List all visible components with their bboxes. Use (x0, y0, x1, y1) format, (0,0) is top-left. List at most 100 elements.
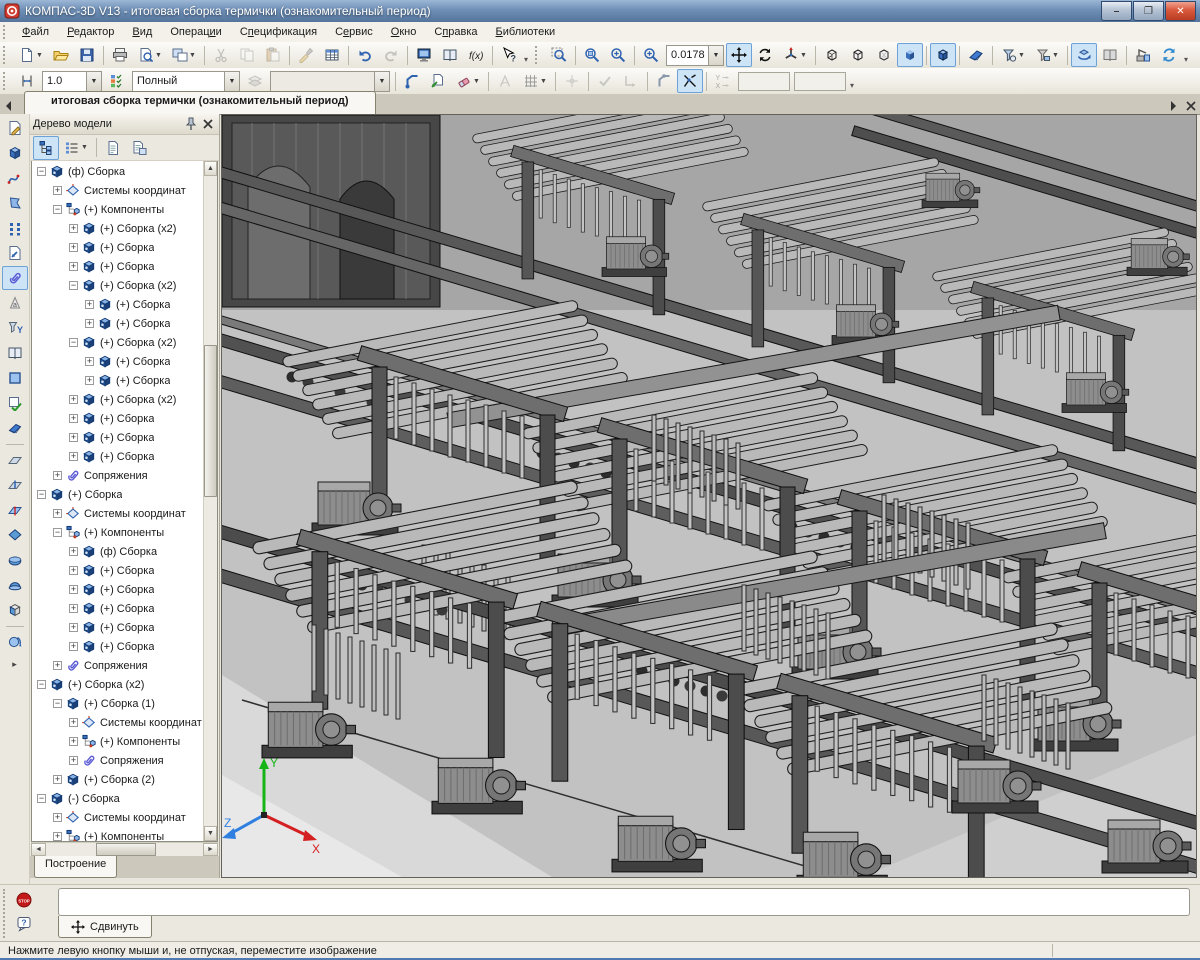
tree-expander[interactable]: + (53, 775, 62, 784)
tree-expander[interactable]: + (85, 357, 94, 366)
dropdown-arrow-icon[interactable]: ▼ (155, 52, 162, 59)
tree-expander[interactable]: + (53, 832, 62, 841)
close-panel-button[interactable] (199, 117, 216, 132)
zoom-by-frame-button[interactable] (546, 43, 572, 67)
toolbar-grip[interactable] (535, 46, 544, 64)
tree-structure-view-button[interactable] (33, 136, 59, 160)
tree-item[interactable]: +(+) Сборка (32, 371, 203, 390)
tree-item[interactable]: +(+) Сборка (32, 314, 203, 333)
tree-item[interactable]: +(+) Сборка (32, 295, 203, 314)
tree-item[interactable]: −(+) Сборка (x2) (32, 276, 203, 295)
rebuild-model-button[interactable] (1130, 43, 1156, 67)
rotate-view-button[interactable] (752, 43, 778, 67)
tree-item[interactable]: +(+) Сборка (32, 599, 203, 618)
tree-expander[interactable]: + (85, 300, 94, 309)
tree-expander[interactable]: + (69, 756, 78, 765)
tree-item[interactable]: +Сопряжения (32, 466, 203, 485)
display-shaded-button[interactable] (897, 43, 923, 67)
plane-at-angle-button[interactable] (2, 473, 28, 497)
dropdown-arrow-icon[interactable]: ▼ (708, 46, 723, 65)
tab-scroll-left-button[interactable] (0, 97, 18, 114)
tab-scroll-right-button[interactable] (1164, 97, 1182, 114)
property-message-box[interactable] (58, 888, 1190, 916)
tree-item[interactable]: +(+) Сборка (x2) (32, 219, 203, 238)
toolbar-overflow-button[interactable]: ▾ (1184, 55, 1188, 64)
toolbar-overflow-button[interactable]: ▾ (524, 55, 528, 64)
view-camera-button[interactable] (2, 630, 28, 654)
tree-item[interactable]: −(+) Компоненты (32, 523, 203, 542)
display-hidden-thin-button[interactable] (871, 43, 897, 67)
menu-grip[interactable] (3, 25, 11, 39)
round-coordinates-button[interactable] (618, 69, 644, 93)
edit-in-place-button[interactable] (425, 69, 451, 93)
tree-expander[interactable]: + (69, 414, 78, 423)
tree-item[interactable]: +(+) Компоненты (32, 827, 203, 841)
menu-окно[interactable]: Окно (382, 23, 426, 41)
dropdown-arrow-icon[interactable]: ▼ (1052, 52, 1059, 59)
tab-move-command[interactable]: Сдвинуть (58, 916, 152, 938)
dropdown-arrow-icon[interactable]: ▼ (800, 52, 807, 59)
pin-panel-button[interactable] (182, 117, 199, 132)
display-hidden-removed-button[interactable] (845, 43, 871, 67)
tree-item[interactable]: +(+) Сборка (32, 447, 203, 466)
undo-button[interactable] (352, 43, 378, 67)
detail-filter-button[interactable] (104, 69, 130, 93)
document-close-button[interactable] (1182, 97, 1200, 114)
tree-item[interactable]: +Сопряжения (32, 656, 203, 675)
tree-expander[interactable]: + (69, 566, 78, 575)
tree-item[interactable]: +Системы координат (32, 713, 203, 732)
snaps-toggle-button[interactable] (677, 69, 703, 93)
pan-button[interactable] (726, 43, 752, 67)
viewport-3d-scene[interactable]: Y X Z (221, 114, 1197, 878)
offset-plane-button[interactable] (2, 448, 28, 472)
tree-expander[interactable]: + (69, 452, 78, 461)
redo-button[interactable] (378, 43, 404, 67)
detail-level-combo-value[interactable]: Полный (133, 75, 224, 87)
tree-expander[interactable]: + (69, 718, 78, 727)
zoom-value-combo-value[interactable]: 0.0178 (667, 49, 708, 61)
menu-редактор[interactable]: Редактор (58, 23, 123, 41)
minimize-button[interactable]: – (1101, 1, 1132, 21)
tree-expander[interactable]: − (53, 205, 62, 214)
perspective-button[interactable] (963, 43, 989, 67)
scale-combo[interactable]: 1.0▼ (42, 71, 102, 92)
zoom-in-button[interactable] (605, 43, 631, 67)
tree-item[interactable]: +Сопряжения (32, 751, 203, 770)
scroll-up-button[interactable]: ▲ (204, 161, 217, 176)
tree-expander[interactable]: − (69, 281, 78, 290)
print-preview-button[interactable]: ▼ (133, 43, 167, 67)
coordinate-y-input[interactable] (738, 72, 790, 91)
delete-auxiliary-button[interactable]: ▼ (451, 69, 485, 93)
layer-combo[interactable]: ▼ (270, 71, 390, 92)
specification-button[interactable] (2, 341, 28, 365)
save-document-button[interactable] (74, 43, 100, 67)
angle-tool-button[interactable] (492, 69, 518, 93)
tree-expander[interactable]: + (69, 642, 78, 651)
tree-expander[interactable]: − (37, 680, 46, 689)
tree-expander[interactable]: + (69, 547, 78, 556)
hide-auxiliary-button[interactable]: ▼ (996, 43, 1030, 67)
spatial-curves-button[interactable] (2, 166, 28, 190)
tree-item[interactable]: −(+) Сборка (32, 485, 203, 504)
tree-expander[interactable]: + (53, 509, 62, 518)
tree-expander[interactable]: − (37, 490, 46, 499)
report-button[interactable] (100, 136, 126, 160)
auxiliary-geometry-button[interactable]: a (2, 291, 28, 315)
tree-expander[interactable]: + (69, 395, 78, 404)
body-operations-button[interactable] (2, 366, 28, 390)
tree-expander[interactable]: + (85, 319, 94, 328)
display-wireframe-button[interactable] (819, 43, 845, 67)
tree-expander[interactable]: + (69, 737, 78, 746)
tree-expander[interactable]: + (69, 623, 78, 632)
refresh-image-button[interactable] (1156, 43, 1182, 67)
dropdown-arrow-icon[interactable]: ▼ (224, 72, 239, 91)
tree-expander[interactable]: + (53, 661, 62, 670)
tree-expander[interactable]: − (37, 167, 46, 176)
toolbar-grip[interactable] (3, 46, 12, 64)
tree-horizontal-scrollbar[interactable]: ◄ ► (31, 842, 218, 856)
tree-item[interactable]: +(+) Сборка (32, 352, 203, 371)
tree-item[interactable]: −(-) Сборка (32, 789, 203, 808)
tree-item[interactable]: +(+) Сборка (32, 561, 203, 580)
menu-справка[interactable]: Справка (425, 23, 486, 41)
tree-item[interactable]: +(+) Компоненты (32, 732, 203, 751)
